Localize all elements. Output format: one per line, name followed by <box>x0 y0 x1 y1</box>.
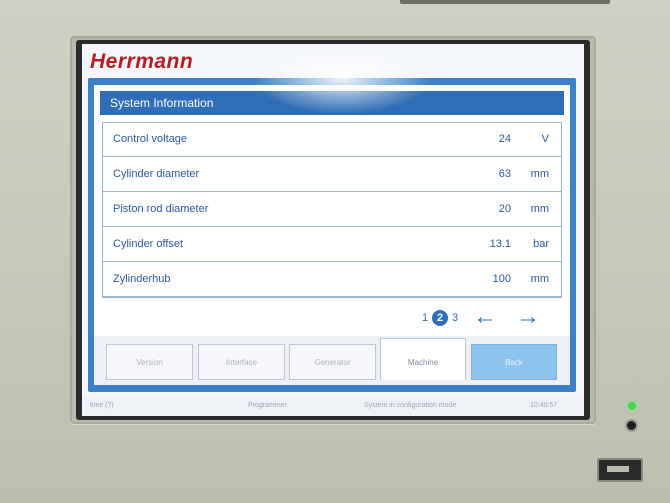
row-unit: mm <box>530 168 549 180</box>
arrow-left-icon[interactable]: ← <box>472 304 498 330</box>
status-time: 10:40:57 <box>530 402 558 409</box>
system-info-table: Control voltage 24 V Cylinder diameter 6… <box>102 122 562 298</box>
row-label: Cylinder offset <box>113 238 184 250</box>
row-value: 100 <box>492 273 511 285</box>
row-label: Piston rod diameter <box>113 203 209 215</box>
herrmann-logo: Herrmann <box>90 50 194 73</box>
row-unit: bar <box>533 238 549 250</box>
arrow-right-icon[interactable]: → <box>515 304 541 330</box>
row-label: Control voltage <box>113 133 187 145</box>
page-1[interactable]: 1 <box>418 312 432 324</box>
status-left: time (?) <box>90 402 114 409</box>
row-value: 13.1 <box>489 238 511 250</box>
panel-title: System Information <box>100 91 564 115</box>
row-value: 63 <box>498 168 511 180</box>
usb-port[interactable] <box>597 458 643 482</box>
status-message: System in configuration mode <box>364 402 457 409</box>
indicator-knob <box>627 421 636 430</box>
row-value: 20 <box>498 203 511 215</box>
status-mode: Programmer <box>248 402 287 409</box>
table-row: Control voltage 24 V <box>103 123 561 157</box>
table-row: Cylinder diameter 63 mm <box>103 158 561 192</box>
casing-brand-plate <box>400 0 610 4</box>
back-button[interactable]: Back <box>471 344 557 380</box>
row-unit: mm <box>530 273 549 285</box>
page-3[interactable]: 3 <box>448 312 462 324</box>
table-row: Zylinderhub 100 mm <box>103 263 561 297</box>
table-row: Piston rod diameter 20 mm <box>103 193 561 227</box>
page-2-current[interactable]: 2 <box>432 310 448 326</box>
row-label: Cylinder diameter <box>113 168 200 180</box>
row-unit: V <box>541 133 549 145</box>
power-led <box>628 402 636 410</box>
row-label: Zylinderhub <box>113 273 171 285</box>
status-bar: time (?) Programmer System in configurat… <box>82 396 584 416</box>
touch-screen: Herrmann System Information Control volt… <box>82 44 584 416</box>
tab-machine[interactable]: Machine <box>380 338 466 380</box>
tab-interface[interactable]: Interface <box>198 344 285 380</box>
row-value: 24 <box>498 133 511 145</box>
table-row: Cylinder offset 13.1 bar <box>103 228 561 262</box>
row-unit: mm <box>530 203 549 215</box>
tab-generator[interactable]: Generator <box>289 344 376 380</box>
tab-version[interactable]: Version <box>106 344 193 380</box>
